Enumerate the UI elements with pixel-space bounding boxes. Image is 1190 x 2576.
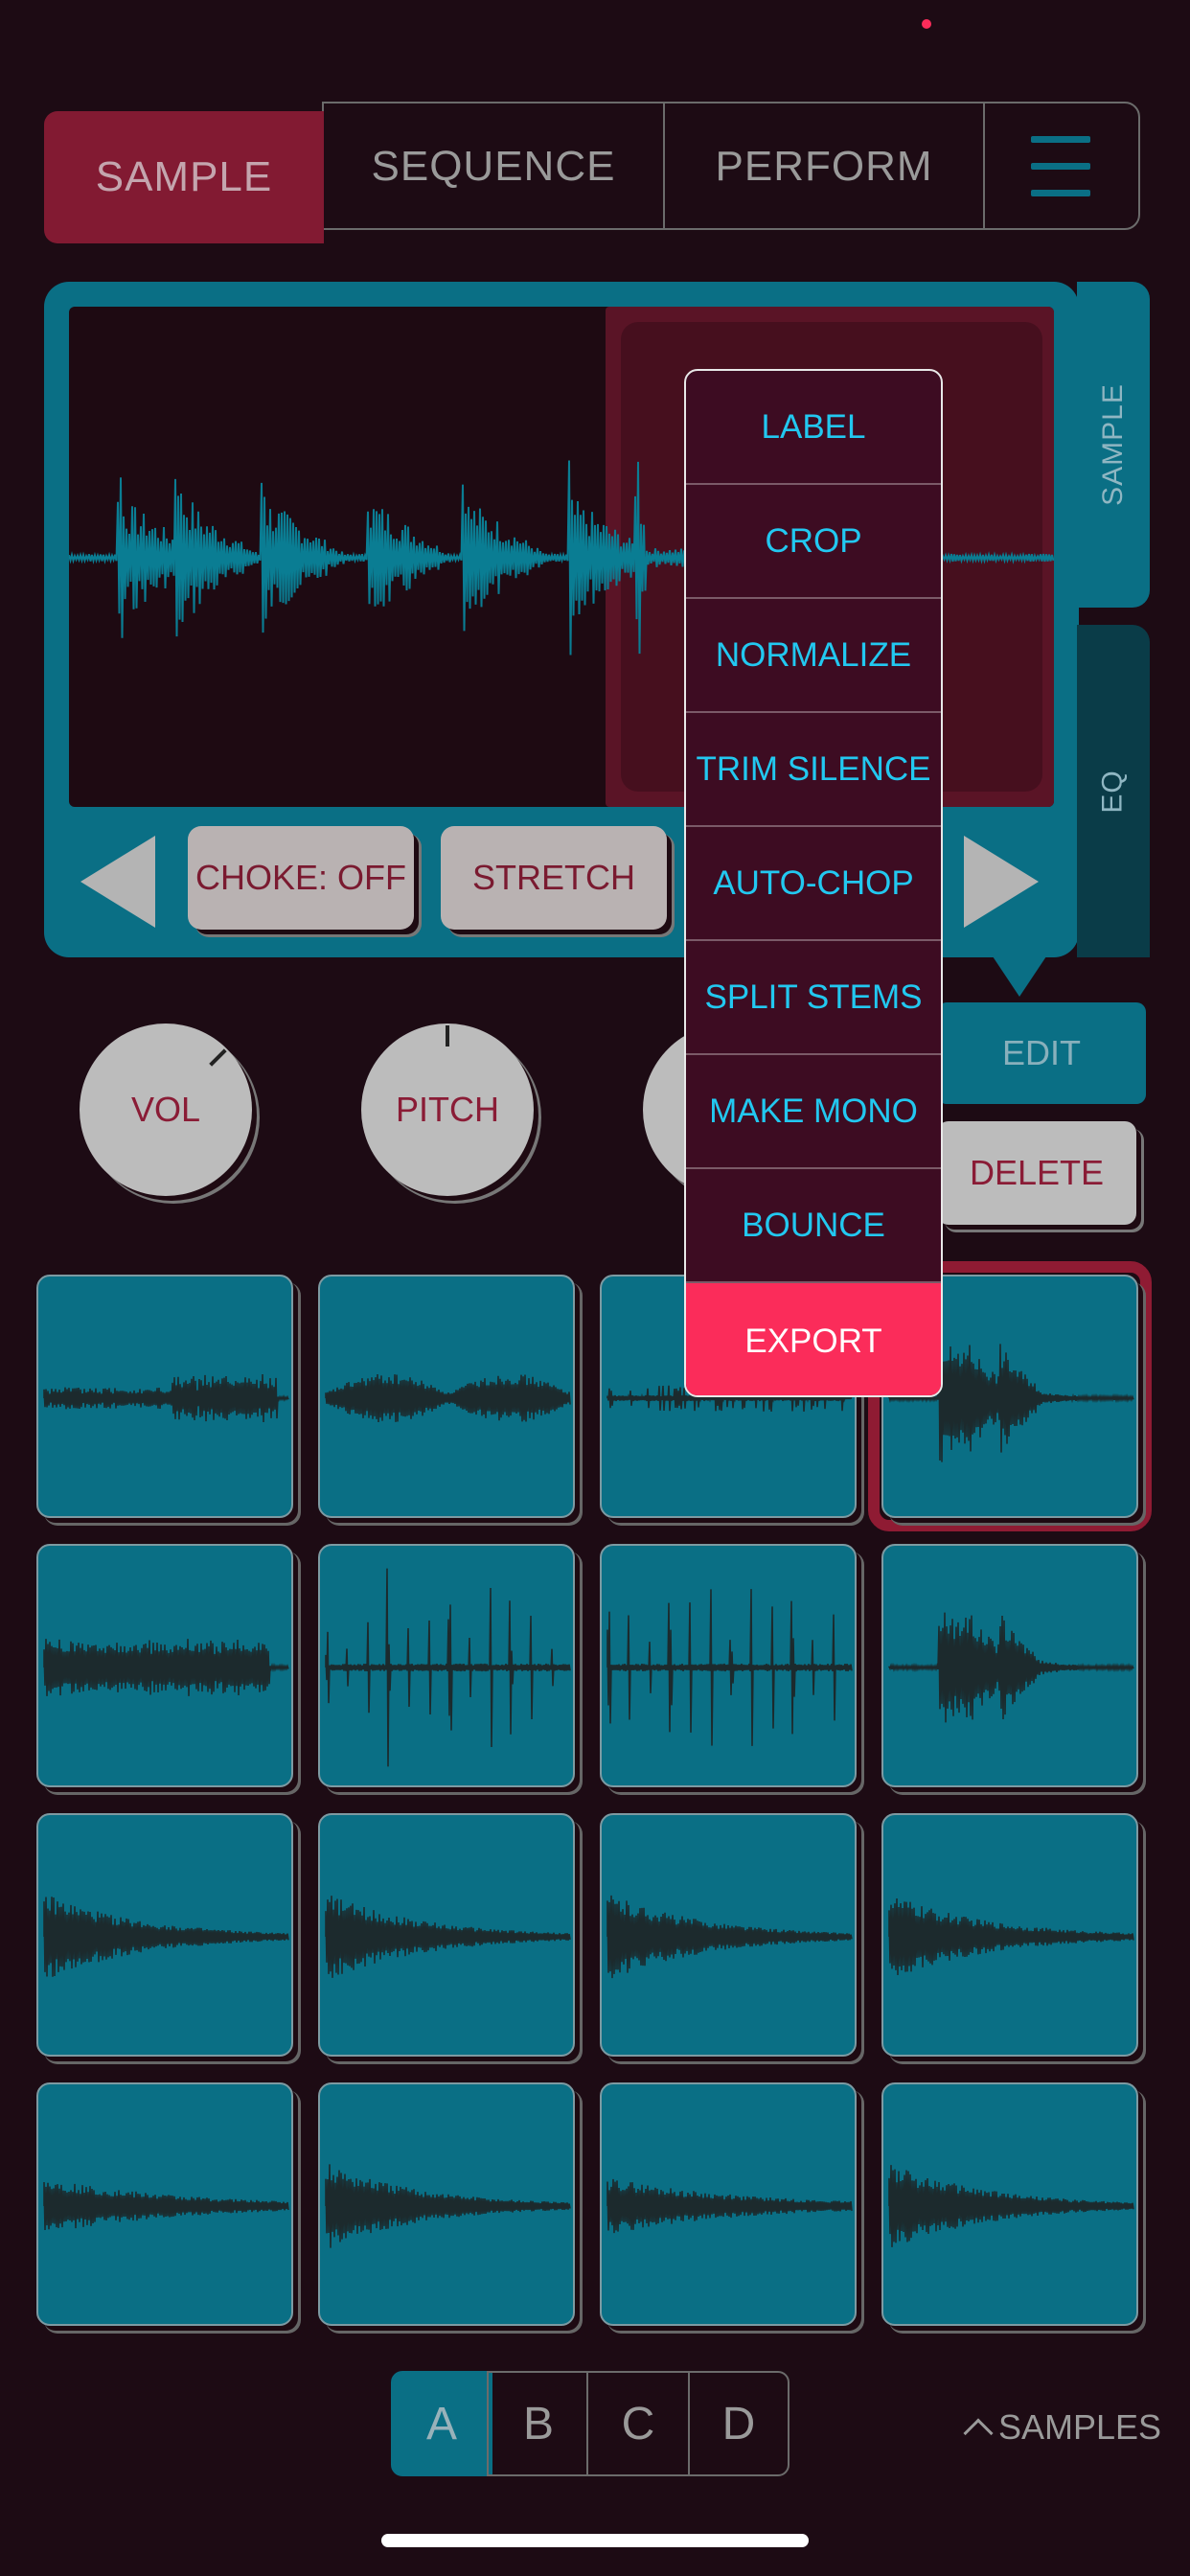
- menu-item-text: TRIM SILENCE: [696, 749, 931, 788]
- menu-item-text: BOUNCE: [742, 1206, 885, 1244]
- chevron-up-icon: [963, 2418, 994, 2449]
- menu-item-text: LABEL: [761, 407, 866, 446]
- stretch-label: STRETCH: [472, 858, 635, 897]
- tab-sequence-label: SEQUENCE: [371, 143, 616, 190]
- hamburger-menu-icon[interactable]: [985, 102, 1138, 230]
- pad-waveform: [325, 1373, 571, 1423]
- pad-waveform: [888, 2165, 1134, 2247]
- pad-waveform: [43, 1374, 289, 1422]
- pitch-knob[interactable]: PITCH: [361, 1024, 534, 1196]
- sample-pad[interactable]: [881, 1813, 1138, 2057]
- sample-pad[interactable]: [36, 1813, 293, 2057]
- tab-perform[interactable]: PERFORM: [665, 102, 983, 232]
- menu-item-split-stems[interactable]: SPLIT STEMS: [686, 941, 941, 1055]
- home-indicator: [381, 2534, 809, 2547]
- volume-label: VOL: [130, 1090, 201, 1129]
- pad-waveform: [325, 1896, 571, 1978]
- sample-pad[interactable]: [600, 1544, 857, 1787]
- stretch-button[interactable]: STRETCH: [441, 826, 667, 930]
- pad-waveform: [43, 1639, 289, 1696]
- menu-item-make-mono[interactable]: MAKE MONO: [686, 1055, 941, 1169]
- side-tab-eq-label: EQ: [1096, 769, 1129, 814]
- menu-item-text: SPLIT STEMS: [704, 978, 923, 1016]
- sample-pad[interactable]: [600, 2082, 857, 2326]
- bank-label: D: [721, 2398, 756, 2450]
- menu-item-text: MAKE MONO: [709, 1092, 918, 1130]
- edit-pointer: [993, 956, 1046, 997]
- menu-item-auto-chop[interactable]: AUTO-CHOP: [686, 827, 941, 941]
- menu-item-trim-silence[interactable]: TRIM SILENCE: [686, 713, 941, 827]
- menu-item-text: AUTO-CHOP: [713, 863, 914, 902]
- samples-toggle[interactable]: SAMPLES: [963, 2404, 1162, 2451]
- pad-waveform: [325, 1568, 571, 1767]
- side-tab-sample[interactable]: SAMPLE: [1077, 282, 1150, 608]
- sample-pad[interactable]: [36, 1544, 293, 1787]
- sample-pad[interactable]: [318, 1275, 575, 1518]
- side-tab-sample-label: SAMPLE: [1097, 383, 1129, 506]
- tab-sample[interactable]: SAMPLE: [44, 111, 324, 243]
- menu-item-text: CROP: [765, 521, 862, 560]
- choke-label: CHOKE: OFF: [195, 858, 406, 897]
- bank-c[interactable]: C: [586, 2371, 688, 2476]
- menu-item-crop[interactable]: CROP: [686, 485, 941, 599]
- tab-sample-label: SAMPLE: [95, 153, 273, 200]
- bank-label: A: [425, 2398, 457, 2450]
- sample-editor-panel: SAMPLE EQ CHOKE: OFF STRETCH: [44, 282, 1150, 957]
- tab-perform-label: PERFORM: [715, 143, 933, 190]
- bank-label: C: [621, 2398, 655, 2450]
- menu-item-bounce[interactable]: BOUNCE: [686, 1169, 941, 1283]
- edit-button[interactable]: EDIT: [937, 1002, 1146, 1104]
- menu-item-normalize[interactable]: NORMALIZE: [686, 599, 941, 713]
- recording-indicator: [922, 19, 931, 29]
- delete-button[interactable]: DELETE: [937, 1121, 1136, 1225]
- mode-tabs: SAMPLE SEQUENCE PERFORM: [44, 102, 1140, 243]
- right-arrow-icon[interactable]: [964, 836, 1039, 928]
- knob-indicator: [209, 1048, 227, 1067]
- samples-toggle-label: SAMPLES: [998, 2407, 1162, 2447]
- sample-pad[interactable]: [318, 2082, 575, 2326]
- menu-item-export[interactable]: EXPORT: [686, 1283, 941, 1395]
- knob-indicator: [446, 1025, 449, 1046]
- bank-b[interactable]: B: [487, 2371, 588, 2476]
- bank-d[interactable]: D: [688, 2371, 790, 2476]
- sample-pad[interactable]: [36, 2082, 293, 2326]
- sample-pad[interactable]: [600, 1813, 857, 2057]
- menu-item-text: EXPORT: [744, 1322, 882, 1360]
- pad-waveform: [43, 1897, 289, 1977]
- menu-item-label[interactable]: LABEL: [686, 371, 941, 485]
- menu-item-text: NORMALIZE: [715, 635, 912, 674]
- pad-waveform: [325, 2164, 571, 2248]
- volume-knob[interactable]: VOL: [80, 1024, 252, 1196]
- pitch-label: PITCH: [396, 1090, 499, 1129]
- edit-context-menu: LABEL CROP NORMALIZE TRIM SILENCE AUTO-C…: [684, 369, 943, 1397]
- bank-a[interactable]: A: [391, 2371, 492, 2476]
- delete-label: DELETE: [969, 1153, 1105, 1192]
- edit-label: EDIT: [1001, 1033, 1081, 1072]
- pad-waveform: [606, 1589, 853, 1746]
- sample-pad[interactable]: [881, 2082, 1138, 2326]
- choke-button[interactable]: CHOKE: OFF: [188, 826, 414, 930]
- sample-pad[interactable]: [881, 1544, 1138, 1787]
- pad-waveform: [888, 1898, 1134, 1975]
- sample-pad[interactable]: [318, 1544, 575, 1787]
- pad-waveform: [888, 1612, 1134, 1723]
- sample-pad[interactable]: [36, 1275, 293, 1518]
- tab-sequence[interactable]: SEQUENCE: [324, 102, 663, 232]
- side-tab-eq[interactable]: EQ: [1077, 625, 1150, 957]
- bank-label: B: [522, 2398, 554, 2450]
- sample-pad[interactable]: [318, 1813, 575, 2057]
- left-arrow-icon[interactable]: [80, 836, 155, 928]
- pad-waveform: [606, 1895, 853, 1979]
- pad-waveform: [606, 2178, 853, 2234]
- pad-waveform: [43, 2181, 289, 2231]
